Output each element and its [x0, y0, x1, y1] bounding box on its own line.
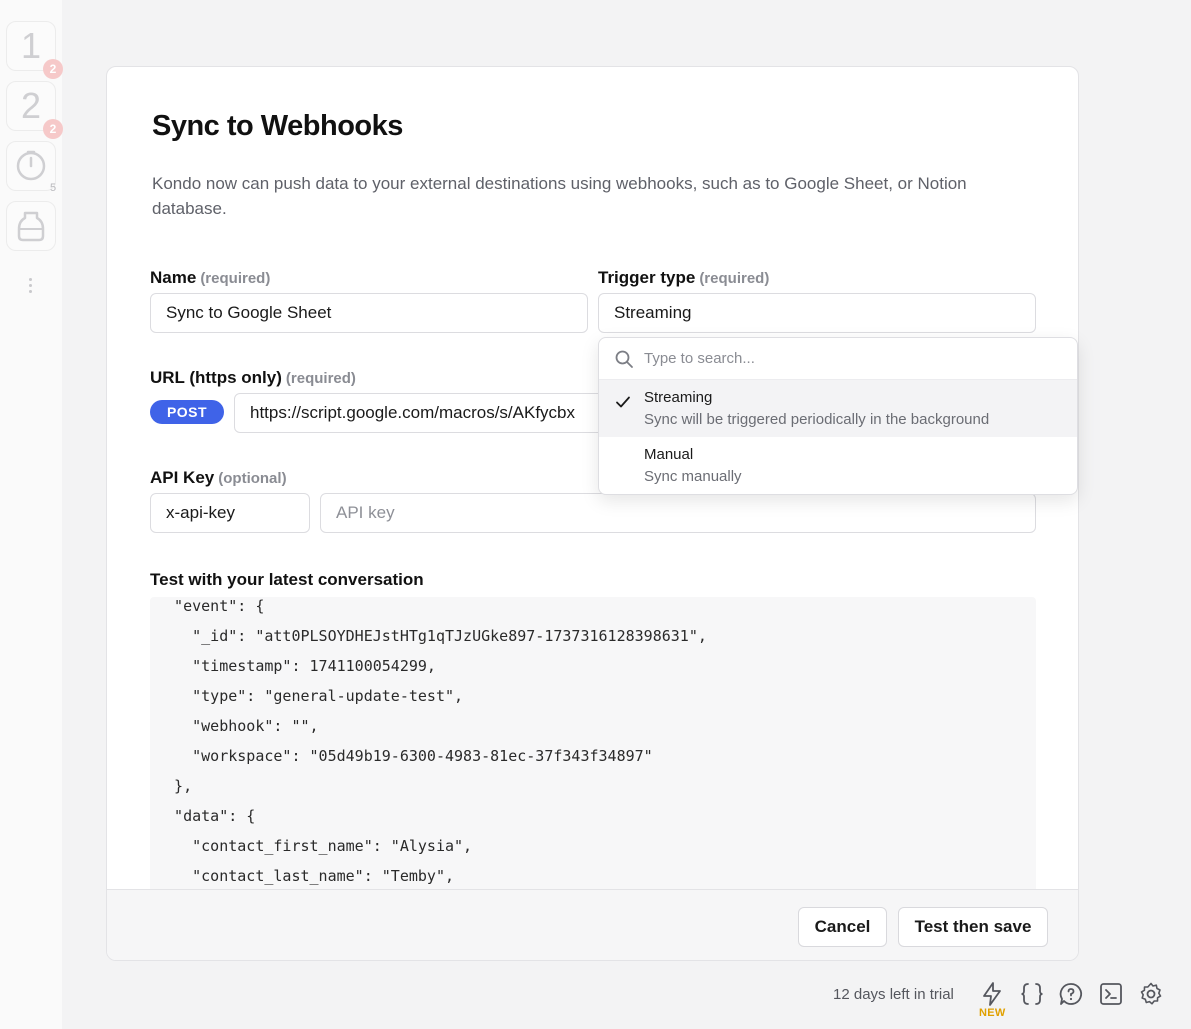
trigger-type-dropdown: Type to search... Streaming Sync will be… — [598, 337, 1078, 495]
required-tag: (required) — [699, 270, 770, 287]
required-tag: (required) — [200, 270, 271, 287]
url-label-text: URL (https only) — [150, 368, 282, 387]
option-title: Streaming — [644, 389, 713, 406]
gear-icon[interactable] — [1138, 981, 1164, 1007]
unread-badge: 2 — [43, 119, 63, 139]
code-line: "type": "general-update-test", — [156, 687, 464, 705]
help-chat-icon[interactable] — [1058, 981, 1084, 1007]
left-sidebar: 1 2 2 2 5 — [0, 0, 63, 1029]
test-then-save-button[interactable]: Test then save — [898, 907, 1048, 947]
name-input-value: Sync to Google Sheet — [166, 303, 332, 322]
code-line: "workspace": "05d49b19-6300-4983-81ec-37… — [156, 747, 653, 765]
sidebar-item-glyph: 1 — [20, 25, 42, 66]
trigger-type-value: Streaming — [614, 303, 692, 322]
snoozed-count: 5 — [50, 182, 57, 194]
api-key-label: API Key (optional) — [150, 468, 287, 488]
braces-icon[interactable] — [1019, 981, 1045, 1007]
code-line: "contact_first_name": "Alysia", — [156, 837, 473, 855]
jar-icon — [17, 211, 45, 242]
trigger-type-select[interactable]: Streaming — [598, 293, 1036, 333]
url-label: URL (https only) (required) — [150, 368, 356, 388]
modal-description: Kondo now can push data to your external… — [152, 174, 967, 218]
api-key-header-input[interactable]: x-api-key — [150, 493, 310, 533]
option-streaming[interactable]: Streaming Sync will be triggered periodi… — [599, 380, 1077, 437]
name-label: Name (required) — [150, 268, 270, 288]
new-tag: NEW — [979, 1007, 1006, 1019]
modal-footer: Cancel Test then save — [107, 889, 1078, 960]
sync-webhooks-modal: Sync to Webhooks Kondo now can push data… — [106, 66, 1079, 961]
test-section-label: Test with your latest conversation — [150, 570, 424, 589]
check-icon — [616, 396, 630, 408]
code-line: "webhook": "", — [156, 717, 319, 735]
sidebar-item-bookmarks[interactable] — [6, 201, 56, 251]
url-input-value: https://script.google.com/macros/s/AKfyc… — [250, 403, 576, 422]
api-key-label-text: API Key — [150, 468, 215, 487]
more-options-icon[interactable] — [29, 278, 33, 293]
payload-preview: "event": { "_id": "att0PLSOYDHEJstHTg1qT… — [150, 597, 1036, 897]
clock-icon — [16, 150, 46, 181]
sidebar-item-snoozed[interactable] — [6, 141, 56, 191]
code-line: "event": { — [156, 597, 265, 615]
lightning-icon[interactable] — [979, 981, 1005, 1007]
option-title: Manual — [644, 446, 694, 463]
option-subtitle: Sync will be triggered periodically in t… — [644, 411, 990, 428]
dropdown-search-placeholder: Type to search... — [644, 350, 755, 367]
name-label-text: Name — [150, 268, 197, 287]
api-key-placeholder: API key — [336, 503, 395, 522]
option-manual[interactable]: Manual Sync manually — [599, 437, 1077, 494]
required-tag: (required) — [285, 370, 356, 387]
dropdown-search[interactable]: Type to search... — [599, 338, 1077, 380]
code-line: "timestamp": 1741100054299, — [156, 657, 436, 675]
optional-tag: (optional) — [218, 470, 287, 487]
api-key-input[interactable]: API key — [320, 493, 1036, 533]
name-input[interactable]: Sync to Google Sheet — [150, 293, 588, 333]
cancel-button[interactable]: Cancel — [798, 907, 887, 947]
terminal-icon[interactable] — [1098, 981, 1124, 1007]
trial-status[interactable]: 12 days left in trial — [833, 986, 954, 1003]
sidebar-item-glyph: 2 — [20, 85, 42, 126]
code-line: }, — [156, 777, 193, 795]
api-key-header-value: x-api-key — [166, 503, 235, 522]
modal-title: Sync to Webhooks — [152, 110, 403, 142]
http-method-badge[interactable]: POST — [150, 400, 224, 424]
unread-badge: 2 — [43, 59, 63, 79]
trigger-type-label-text: Trigger type — [598, 268, 696, 287]
code-line: "contact_last_name": "Temby", — [156, 867, 455, 885]
option-subtitle: Sync manually — [644, 468, 742, 485]
code-line: "_id": "att0PLSOYDHEJstHTg1qTJzUGke897-1… — [156, 627, 707, 645]
search-icon — [615, 350, 633, 368]
code-line: "data": { — [156, 807, 256, 825]
trigger-type-label: Trigger type (required) — [598, 268, 769, 288]
